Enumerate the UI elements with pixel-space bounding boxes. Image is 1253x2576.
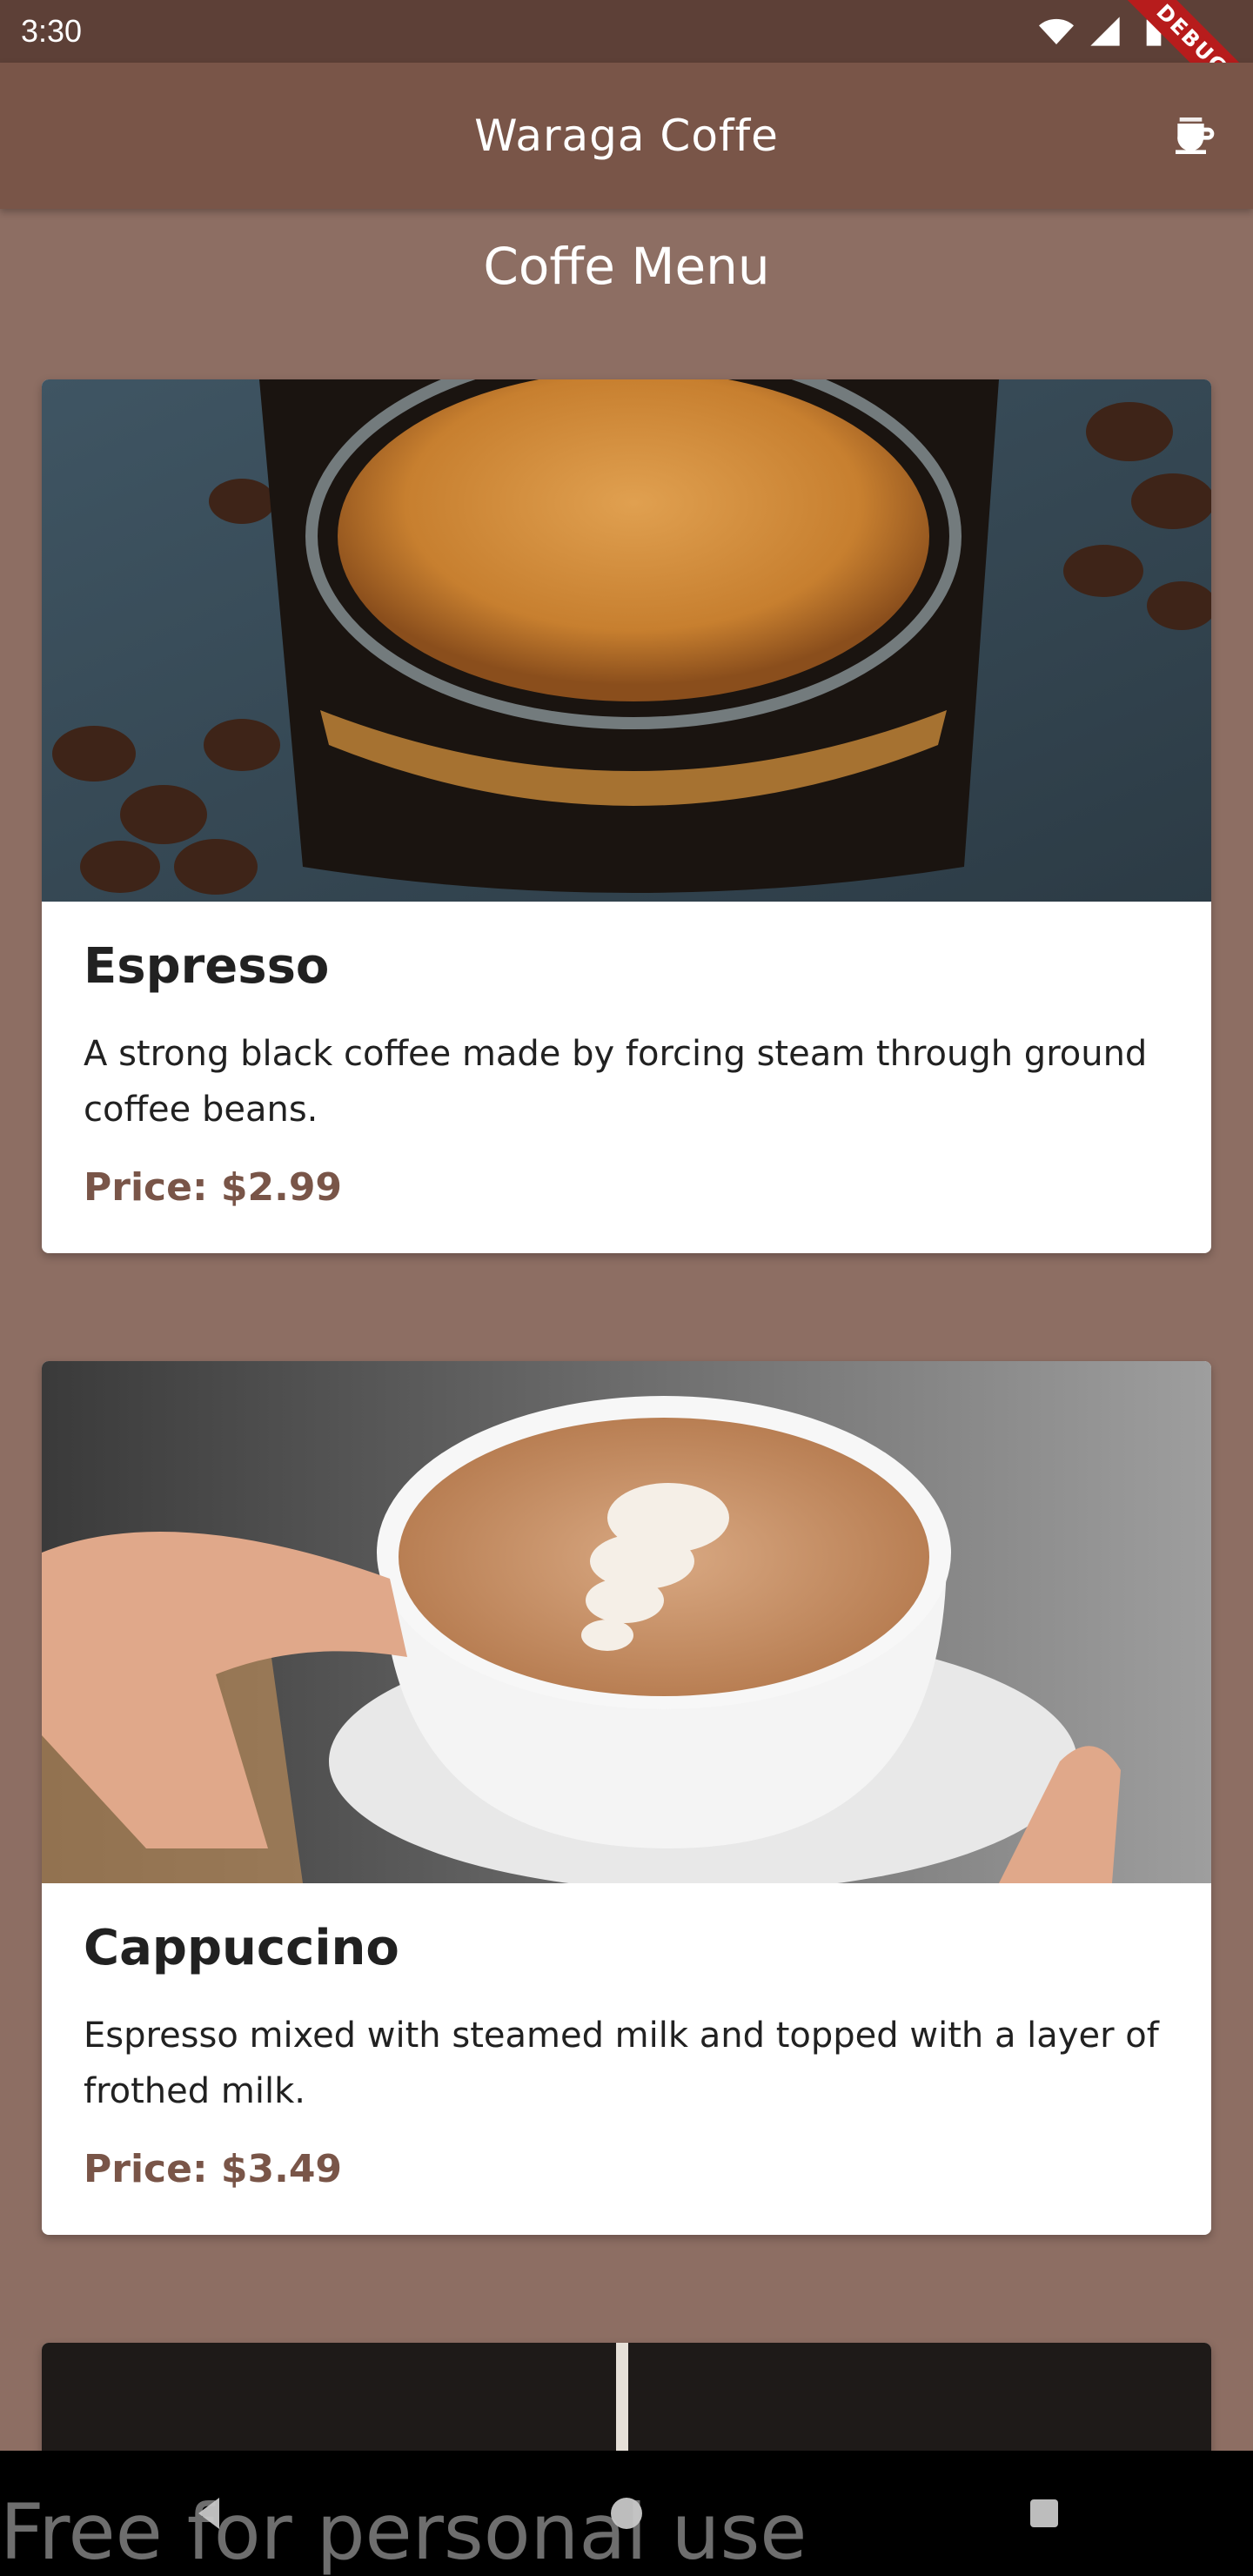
recents-icon	[1030, 2499, 1058, 2527]
back-icon	[198, 2498, 219, 2529]
app-bar: Waraga Coffe	[0, 63, 1253, 209]
coffee-cup-button[interactable]	[1166, 108, 1222, 164]
menu-card-espresso[interactable]: Espresso A strong black coffee made by f…	[42, 379, 1211, 1253]
cappuccino-photo	[42, 1361, 1211, 1883]
recents-button[interactable]	[1009, 2479, 1079, 2548]
card-body: Cappuccino Espresso mixed with steamed m…	[42, 1883, 1211, 2235]
menu-title: Coffe Menu	[483, 237, 770, 296]
status-time: 3:30	[21, 13, 83, 49]
card-price: Price: $3.49	[84, 2147, 343, 2191]
menu-card-cappuccino[interactable]: Cappuccino Espresso mixed with steamed m…	[42, 1361, 1211, 2235]
card-description: Espresso mixed with steamed milk and top…	[84, 2016, 1159, 2111]
home-button[interactable]	[592, 2479, 661, 2548]
espresso-photo	[42, 379, 1211, 902]
status-bar: 3:30	[0, 0, 1253, 63]
card-description: A strong black coffee made by forcing st…	[84, 1034, 1148, 1130]
system-nav-bar	[0, 2451, 1253, 2576]
card-price: Price: $2.99	[84, 1165, 343, 1210]
card-title: Espresso	[84, 938, 330, 995]
back-button[interactable]	[174, 2479, 244, 2548]
wifi-icon	[1039, 18, 1074, 44]
app-title: Waraga Coffe	[474, 111, 779, 161]
card-title: Cappuccino	[84, 1920, 399, 1976]
signal-icon	[1090, 17, 1120, 46]
home-icon	[611, 2498, 642, 2529]
card-body: Espresso A strong black coffee made by f…	[42, 902, 1211, 1253]
coffee-cup-icon	[1176, 117, 1215, 154]
